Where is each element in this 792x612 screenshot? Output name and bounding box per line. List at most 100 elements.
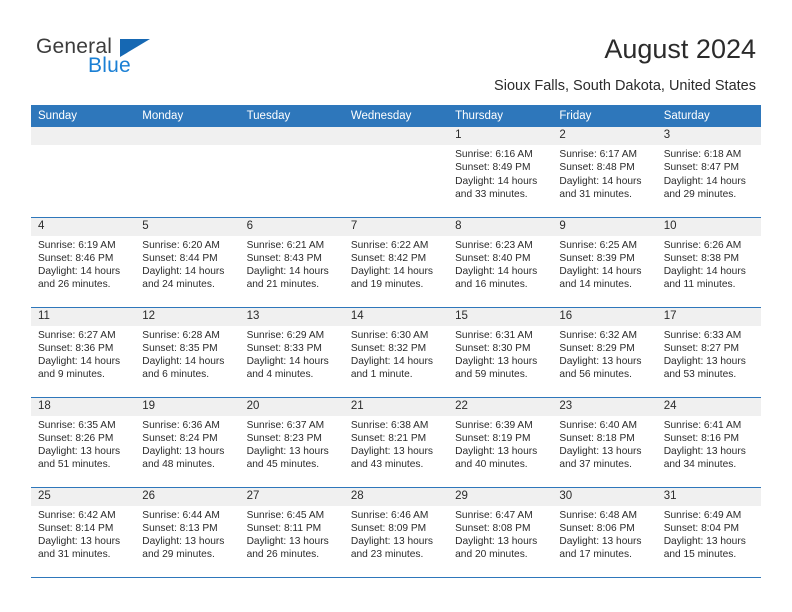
daylight-duration-line2: and 33 minutes. (455, 188, 528, 200)
day-cell-inner: 10 Sunrise: 6:26 AM Sunset: 8:38 PM Dayligh… (656, 217, 761, 307)
calendar-day-cell[interactable]: 28 Sunrise: 6:46 AM Sunset: 8:09 PM Dayligh… (343, 486, 449, 578)
weekday-header-sunday: Sunday (31, 105, 136, 127)
day-number: 26 (135, 487, 240, 506)
calendar-day-cell[interactable]: 18 Sunrise: 6:35 AM Sunset: 8:26 PM Dayligh… (31, 396, 136, 487)
daylight-duration-line2: and 4 minutes. (246, 369, 314, 381)
daylight-duration-line2: and 11 minutes. (663, 279, 736, 291)
calendar-day-cell[interactable]: 14 Sunrise: 6:30 AM Sunset: 8:32 PM Dayligh… (343, 306, 449, 397)
sunset-time: Sunset: 8:36 PM (38, 342, 114, 354)
sunrise-time: Sunrise: 6:27 AM (38, 329, 116, 341)
sunset-time: Sunset: 8:21 PM (350, 432, 427, 444)
sunrise-time: Sunrise: 6:18 AM (663, 149, 742, 160)
calendar-day-cell[interactable]: 5 Sunrise: 6:20 AM Sunset: 8:44 PM Daylight… (135, 216, 240, 307)
day-number (343, 127, 449, 145)
day-details: Sunrise: 6:47 AM Sunset: 8:08 PM Daylight:… (448, 506, 552, 562)
day-number: 22 (448, 397, 553, 416)
brand-name-blue: Blue (88, 54, 131, 77)
day-number: 16 (552, 307, 657, 326)
calendar-day-cell[interactable]: 29 Sunrise: 6:47 AM Sunset: 8:08 PM Dayligh… (448, 486, 553, 578)
day-details: Sunrise: 6:35 AM Sunset: 8:26 PM Daylight:… (31, 416, 135, 472)
day-details: Sunrise: 6:41 AM Sunset: 8:16 PM Daylight:… (657, 416, 761, 472)
day-details: Sunrise: 6:33 AM Sunset: 8:27 PM Daylight:… (657, 326, 761, 382)
sunrise-sunset-calendar: Sunday Monday Tuesday Wednesday Thursday… (31, 105, 761, 578)
calendar-day-cell[interactable]: 10 Sunrise: 6:26 AM Sunset: 8:38 PM Dayligh… (656, 216, 761, 307)
calendar-day-cell[interactable]: 12 Sunrise: 6:28 AM Sunset: 8:35 PM Dayligh… (135, 306, 240, 397)
daylight-duration-line1: Daylight: 13 hours (142, 446, 225, 458)
daylight-duration-line2: and 43 minutes. (350, 459, 424, 471)
calendar-day-cell[interactable]: 21 Sunrise: 6:38 AM Sunset: 8:21 PM Dayligh… (343, 396, 449, 487)
calendar-day-cell[interactable]: 30 Sunrise: 6:48 AM Sunset: 8:06 PM Dayligh… (552, 486, 657, 578)
calendar-day-cell[interactable]: 9 Sunrise: 6:25 AM Sunset: 8:39 PM Daylight… (552, 216, 657, 307)
daylight-duration-line1: Daylight: 14 hours (663, 266, 746, 278)
sunset-time: Sunset: 8:44 PM (142, 252, 218, 264)
calendar-day-cell[interactable]: 23 Sunrise: 6:40 AM Sunset: 8:18 PM Dayligh… (552, 396, 657, 487)
day-cell-inner (135, 127, 240, 217)
daylight-duration-line2: and 48 minutes. (142, 459, 215, 471)
day-details: Sunrise: 6:16 AM Sunset: 8:49 PM Daylight:… (448, 145, 552, 201)
brand-logo[interactable]: General Blue (36, 36, 216, 86)
day-number: 7 (343, 217, 449, 236)
sunrise-time: Sunrise: 6:30 AM (350, 329, 429, 341)
day-details: Sunrise: 6:26 AM Sunset: 8:38 PM Daylight:… (657, 236, 761, 292)
day-cell-inner: 7 Sunrise: 6:22 AM Sunset: 8:42 PM Daylight… (343, 217, 449, 307)
calendar-day-cell[interactable]: 1 Sunrise: 6:16 AM Sunset: 8:49 PM Daylight… (448, 127, 553, 217)
calendar-day-cell[interactable]: 4 Sunrise: 6:19 AM Sunset: 8:46 PM Daylight… (31, 216, 136, 307)
sunset-time: Sunset: 8:27 PM (663, 342, 740, 354)
calendar-day-cell[interactable]: 22 Sunrise: 6:39 AM Sunset: 8:19 PM Dayligh… (448, 396, 553, 487)
calendar-day-cell[interactable]: 31 Sunrise: 6:49 AM Sunset: 8:04 PM Dayligh… (656, 486, 761, 578)
sunset-time: Sunset: 8:48 PM (559, 162, 635, 174)
sunrise-time: Sunrise: 6:22 AM (350, 239, 429, 251)
daylight-duration-line1: Daylight: 13 hours (350, 446, 433, 458)
day-number: 27 (239, 487, 344, 506)
day-number: 8 (448, 217, 553, 236)
calendar-day-cell[interactable]: 11 Sunrise: 6:27 AM Sunset: 8:36 PM Dayligh… (31, 306, 136, 397)
sunset-time: Sunset: 8:30 PM (455, 342, 531, 354)
day-cell-inner: 8 Sunrise: 6:23 AM Sunset: 8:40 PM Daylight… (448, 217, 553, 307)
daylight-duration-line1: Daylight: 14 hours (559, 175, 642, 187)
daylight-duration-line1: Daylight: 13 hours (559, 536, 642, 548)
day-cell-inner: 26 Sunrise: 6:44 AM Sunset: 8:13 PM Dayligh… (135, 487, 240, 577)
daylight-duration-line1: Daylight: 13 hours (142, 536, 225, 548)
day-cell-inner: 14 Sunrise: 6:30 AM Sunset: 8:32 PM Dayligh… (343, 307, 449, 397)
calendar-week-row: 25 Sunrise: 6:42 AM Sunset: 8:14 PM Dayligh… (31, 486, 761, 578)
day-cell-inner: 15 Sunrise: 6:31 AM Sunset: 8:30 PM Dayligh… (448, 307, 553, 397)
sunset-time: Sunset: 8:26 PM (38, 432, 114, 444)
calendar-day-cell[interactable]: 27 Sunrise: 6:45 AM Sunset: 8:11 PM Dayligh… (239, 486, 344, 578)
calendar-day-cell[interactable]: 26 Sunrise: 6:44 AM Sunset: 8:13 PM Dayligh… (135, 486, 240, 578)
calendar-day-cell[interactable]: 17 Sunrise: 6:33 AM Sunset: 8:27 PM Dayligh… (656, 306, 761, 397)
day-details: Sunrise: 6:18 AM Sunset: 8:47 PM Daylight:… (657, 145, 761, 201)
calendar-day-cell[interactable]: 25 Sunrise: 6:42 AM Sunset: 8:14 PM Dayligh… (31, 486, 136, 578)
sunrise-time: Sunrise: 6:25 AM (559, 239, 637, 251)
day-number: 3 (656, 127, 761, 145)
calendar-day-cell[interactable]: 16 Sunrise: 6:32 AM Sunset: 8:29 PM Dayligh… (552, 306, 657, 397)
calendar-day-cell[interactable]: 8 Sunrise: 6:23 AM Sunset: 8:40 PM Daylight… (448, 216, 553, 307)
day-number: 25 (31, 487, 136, 506)
calendar-day-cell[interactable]: 2 Sunrise: 6:17 AM Sunset: 8:48 PM Daylight… (552, 127, 657, 217)
calendar-day-cell-empty (135, 127, 240, 217)
day-cell-inner: 16 Sunrise: 6:32 AM Sunset: 8:29 PM Dayligh… (552, 307, 657, 397)
day-details: Sunrise: 6:42 AM Sunset: 8:14 PM Daylight:… (31, 506, 135, 562)
sunrise-time: Sunrise: 6:26 AM (663, 239, 742, 251)
sunset-time: Sunset: 8:08 PM (455, 522, 531, 534)
sunrise-time: Sunrise: 6:41 AM (663, 419, 742, 431)
calendar-day-cell[interactable]: 20 Sunrise: 6:37 AM Sunset: 8:23 PM Dayligh… (239, 396, 344, 487)
daylight-duration-line1: Daylight: 14 hours (350, 356, 433, 368)
calendar-day-cell[interactable]: 6 Sunrise: 6:21 AM Sunset: 8:43 PM Daylight… (239, 216, 344, 307)
sunset-time: Sunset: 8:42 PM (350, 252, 427, 264)
calendar-day-cell[interactable]: 24 Sunrise: 6:41 AM Sunset: 8:16 PM Dayligh… (656, 396, 761, 487)
daylight-duration-line2: and 23 minutes. (350, 549, 424, 561)
sunrise-time: Sunrise: 6:31 AM (455, 329, 533, 341)
sunset-time: Sunset: 8:43 PM (246, 252, 322, 264)
sunrise-time: Sunrise: 6:49 AM (663, 509, 742, 521)
sunset-time: Sunset: 8:19 PM (455, 432, 531, 444)
day-details: Sunrise: 6:30 AM Sunset: 8:32 PM Daylight:… (344, 326, 448, 382)
calendar-day-cell[interactable]: 3 Sunrise: 6:18 AM Sunset: 8:47 PM Daylight… (656, 127, 761, 217)
day-number: 20 (239, 397, 344, 416)
calendar-day-cell[interactable]: 15 Sunrise: 6:31 AM Sunset: 8:30 PM Dayligh… (448, 306, 553, 397)
daylight-duration-line1: Daylight: 13 hours (246, 446, 329, 458)
calendar-day-cell[interactable]: 13 Sunrise: 6:29 AM Sunset: 8:33 PM Dayligh… (239, 306, 344, 397)
sunrise-time: Sunrise: 6:23 AM (455, 239, 533, 251)
daylight-duration-line1: Daylight: 13 hours (663, 356, 746, 368)
calendar-day-cell[interactable]: 7 Sunrise: 6:22 AM Sunset: 8:42 PM Daylight… (343, 216, 449, 307)
calendar-day-cell[interactable]: 19 Sunrise: 6:36 AM Sunset: 8:24 PM Dayligh… (135, 396, 240, 487)
